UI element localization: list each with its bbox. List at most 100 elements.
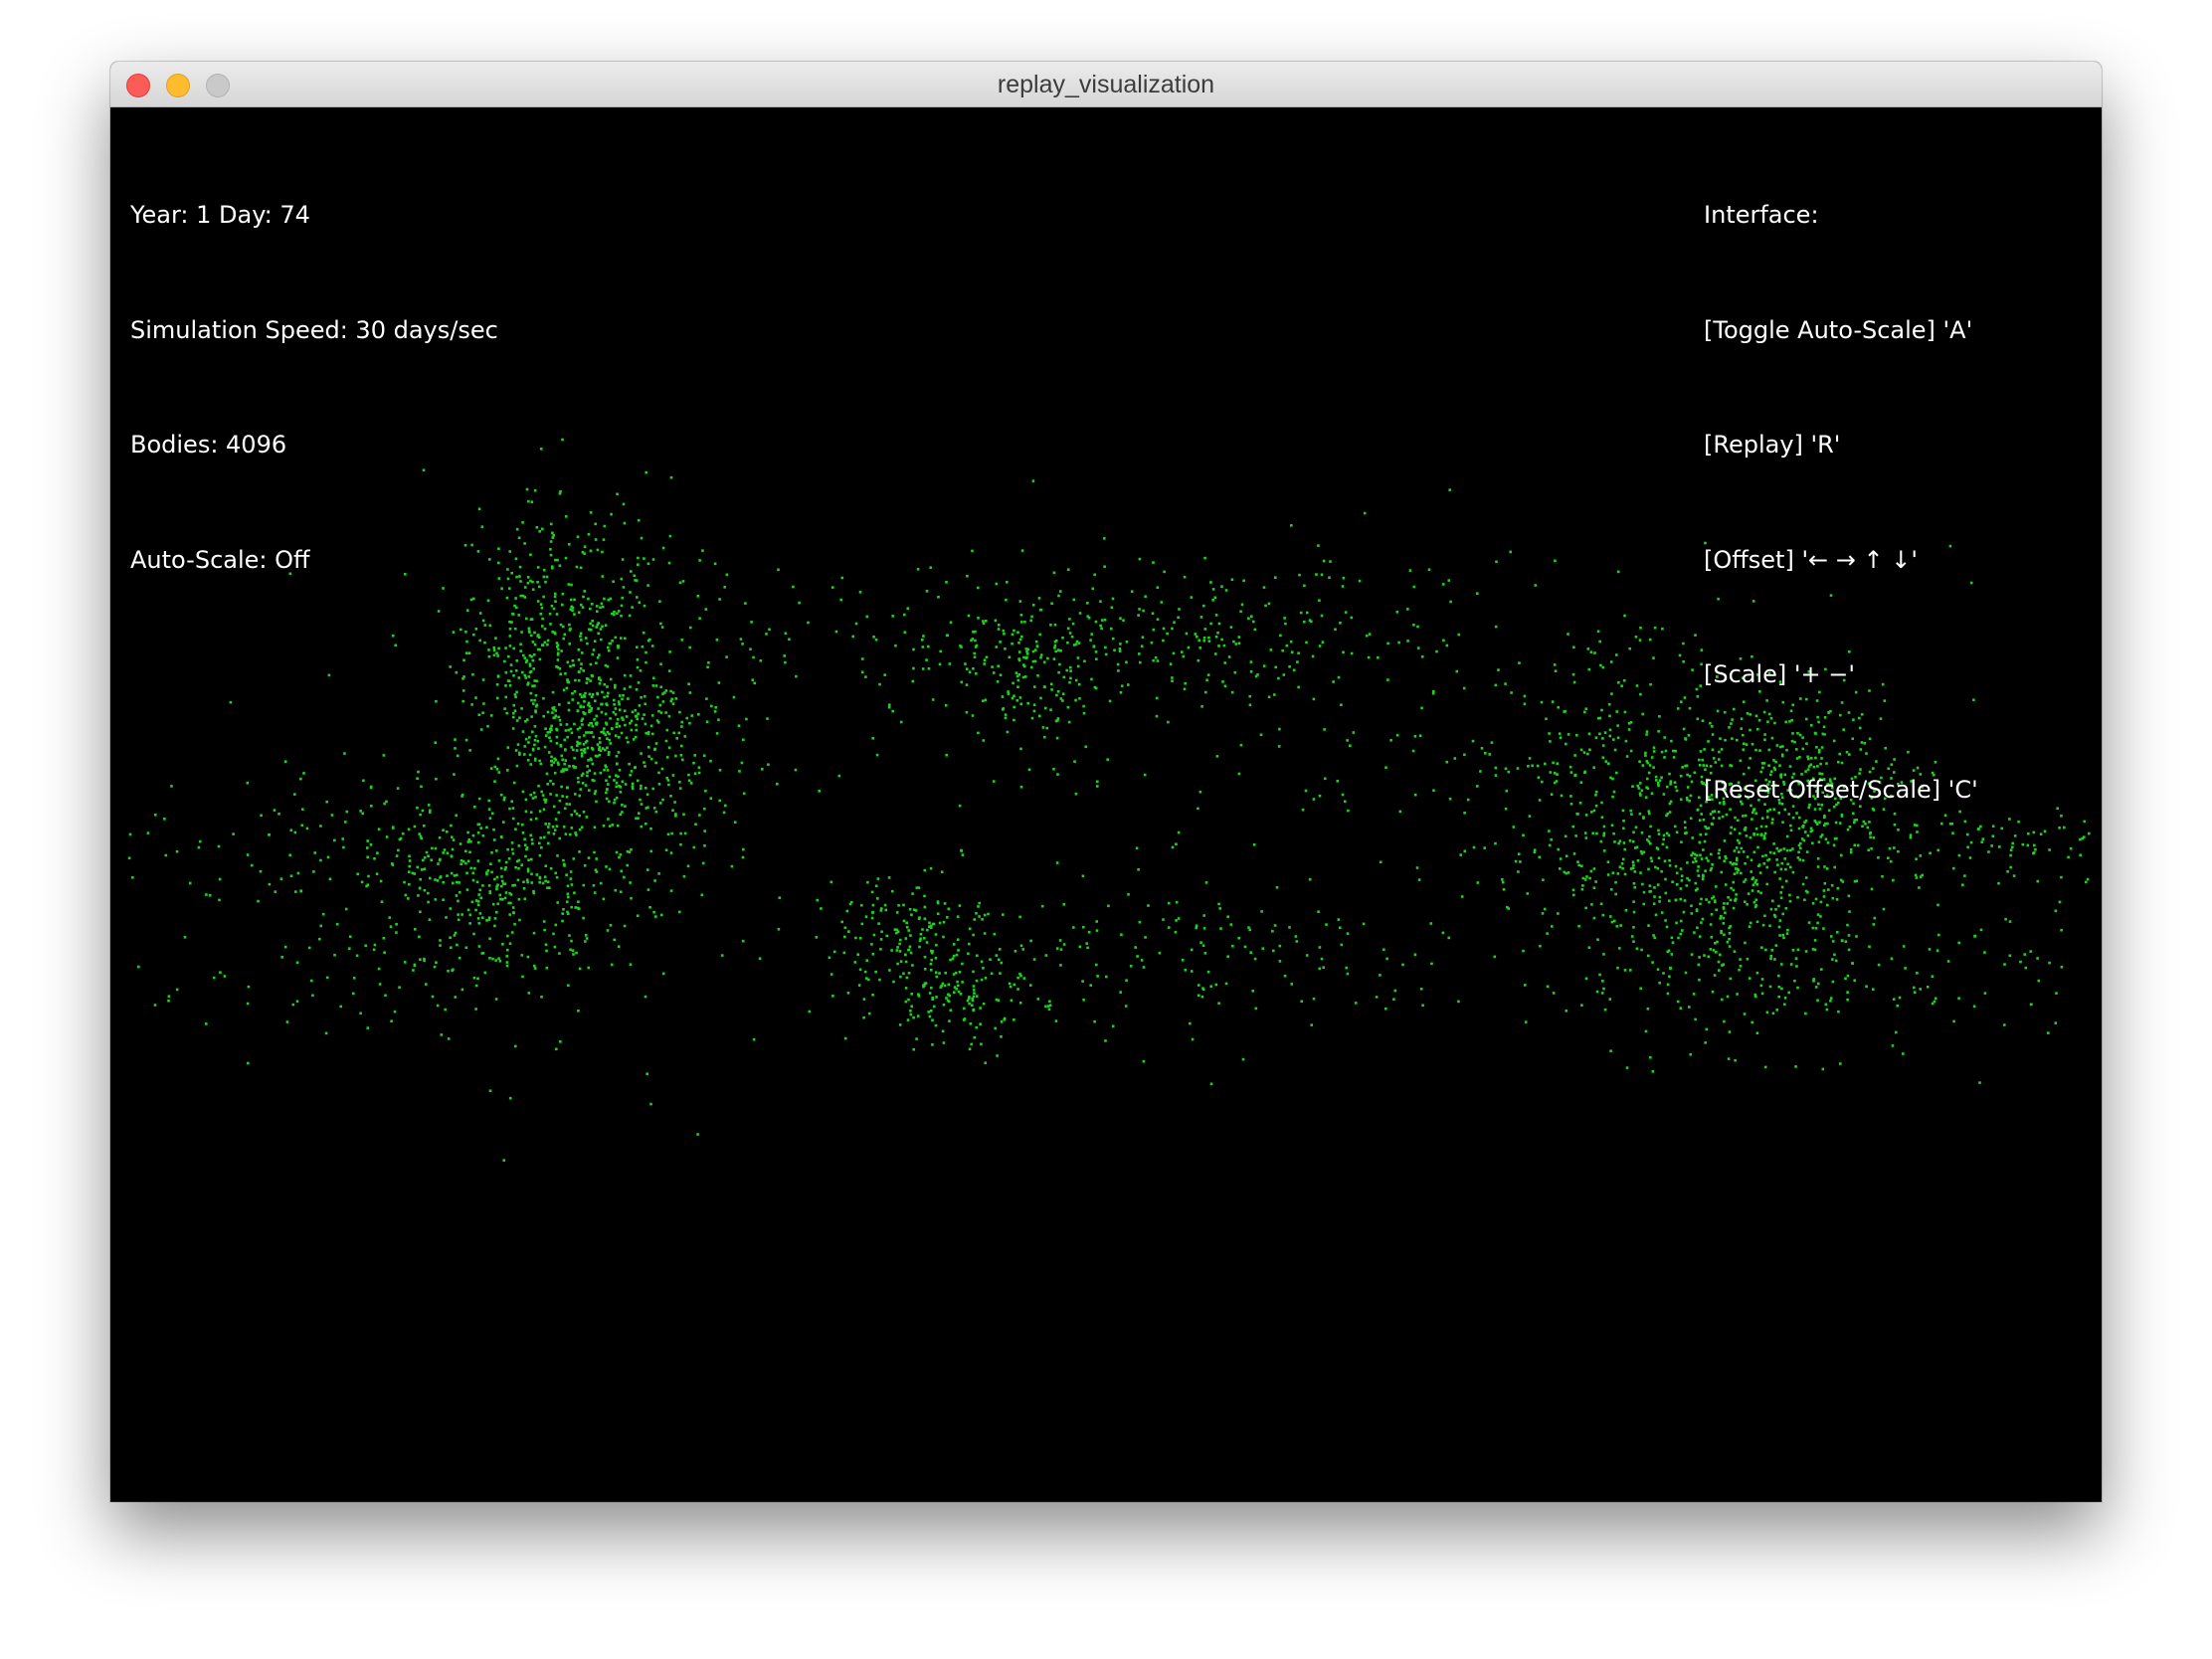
body-particle bbox=[408, 854, 411, 858]
body-particle bbox=[513, 709, 517, 712]
body-particle bbox=[1544, 762, 1547, 766]
body-particle bbox=[503, 882, 506, 885]
body-particle bbox=[710, 704, 713, 708]
body-particle bbox=[523, 586, 527, 589]
body-particle bbox=[1839, 1062, 1842, 1065]
body-particle bbox=[1611, 871, 1615, 874]
body-particle bbox=[1271, 929, 1274, 933]
body-particle bbox=[1013, 694, 1015, 698]
body-particle bbox=[896, 962, 899, 966]
body-particle bbox=[423, 888, 427, 892]
body-particle bbox=[568, 765, 571, 768]
body-particle bbox=[1214, 652, 1217, 655]
body-particle bbox=[995, 954, 999, 957]
body-particle bbox=[541, 794, 545, 797]
body-particle bbox=[1829, 997, 1833, 1000]
body-particle bbox=[575, 951, 578, 955]
body-particle bbox=[1254, 674, 1258, 678]
body-particle bbox=[1254, 1007, 1258, 1011]
body-particle bbox=[1222, 644, 1226, 647]
body-particle bbox=[399, 836, 403, 840]
body-particle bbox=[1118, 647, 1122, 650]
body-particle bbox=[1514, 859, 1518, 863]
body-particle bbox=[1623, 614, 1626, 618]
body-particle bbox=[750, 621, 753, 624]
body-particle bbox=[2058, 827, 2061, 830]
body-particle bbox=[1035, 645, 1039, 648]
body-particle bbox=[609, 742, 612, 745]
body-particle bbox=[1567, 733, 1570, 736]
body-particle bbox=[1632, 910, 1636, 914]
body-particle bbox=[1053, 641, 1057, 644]
body-particle bbox=[1215, 755, 1219, 758]
body-particle bbox=[620, 577, 624, 581]
body-particle bbox=[665, 756, 669, 759]
body-particle bbox=[305, 827, 309, 830]
body-particle bbox=[828, 956, 831, 960]
body-particle bbox=[1610, 824, 1614, 827]
body-particle bbox=[1904, 967, 1907, 970]
body-particle bbox=[1363, 511, 1367, 515]
body-particle bbox=[584, 712, 587, 715]
body-particle bbox=[682, 874, 686, 878]
body-particle bbox=[1760, 978, 1764, 981]
body-particle bbox=[538, 636, 541, 639]
body-particle bbox=[636, 665, 640, 669]
body-particle bbox=[895, 928, 898, 932]
body-particle bbox=[997, 664, 1000, 668]
body-particle bbox=[945, 753, 948, 757]
body-particle bbox=[535, 703, 539, 707]
body-particle bbox=[1007, 692, 1011, 695]
body-particle bbox=[524, 798, 528, 802]
body-particle bbox=[659, 711, 663, 714]
body-particle bbox=[1826, 903, 1829, 907]
body-particle bbox=[366, 855, 369, 859]
body-particle bbox=[1616, 872, 1620, 875]
body-particle bbox=[461, 988, 464, 992]
body-particle bbox=[742, 792, 746, 796]
body-particle bbox=[1096, 975, 1099, 978]
body-particle bbox=[555, 735, 559, 739]
body-particle bbox=[979, 1007, 982, 1010]
body-particle bbox=[2024, 966, 2028, 970]
body-particle bbox=[1283, 617, 1286, 620]
body-particle bbox=[514, 597, 517, 600]
body-particle bbox=[610, 512, 613, 516]
body-particle bbox=[1013, 629, 1015, 633]
body-particle bbox=[538, 880, 541, 884]
body-particle bbox=[1094, 620, 1098, 624]
body-particle bbox=[515, 527, 519, 531]
body-particle bbox=[515, 575, 518, 579]
body-particle bbox=[577, 900, 580, 903]
body-particle bbox=[500, 835, 503, 838]
body-particle bbox=[1013, 1018, 1015, 1021]
body-particle bbox=[567, 701, 571, 704]
simulation-canvas[interactable]: Year: 1 Day: 74 Simulation Speed: 30 day… bbox=[110, 107, 2102, 1502]
body-particle bbox=[1695, 908, 1699, 911]
body-particle bbox=[519, 580, 522, 583]
body-particle bbox=[531, 641, 535, 644]
body-particle bbox=[968, 1002, 971, 1006]
body-particle bbox=[485, 871, 488, 874]
body-particle bbox=[636, 914, 640, 917]
body-particle bbox=[1072, 926, 1075, 929]
body-particle bbox=[1538, 799, 1542, 802]
body-particle bbox=[536, 600, 540, 603]
body-particle bbox=[1728, 945, 1732, 948]
body-particle bbox=[512, 674, 515, 677]
body-particle bbox=[831, 995, 834, 998]
body-particle bbox=[909, 1010, 912, 1013]
body-particle bbox=[624, 723, 627, 727]
body-particle bbox=[519, 643, 522, 645]
body-particle bbox=[1217, 1002, 1220, 1005]
body-particle bbox=[496, 902, 499, 906]
body-particle bbox=[1460, 895, 1464, 898]
body-particle bbox=[1625, 755, 1629, 758]
body-particle bbox=[425, 983, 428, 986]
body-particle bbox=[1779, 891, 1782, 894]
body-particle bbox=[635, 688, 639, 691]
body-particle bbox=[895, 911, 899, 914]
body-particle bbox=[601, 550, 604, 554]
body-particle bbox=[532, 702, 535, 705]
body-particle bbox=[1701, 917, 1705, 921]
